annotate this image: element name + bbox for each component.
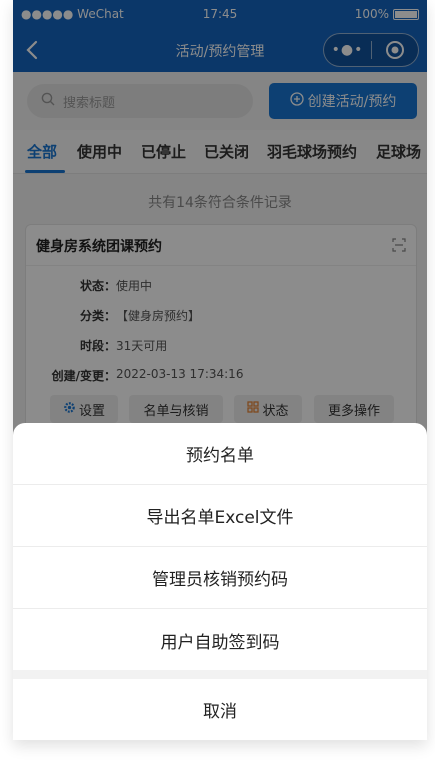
sheet-item-export-excel[interactable]: 导出名单Excel文件 [13, 485, 427, 547]
cancel-button[interactable]: 取消 [13, 679, 427, 740]
action-sheet: 预约名单 导出名单Excel文件 管理员核销预约码 用户自助签到码 取消 [13, 423, 427, 740]
sheet-item-roster[interactable]: 预约名单 [13, 423, 427, 485]
phone-screen: ●●●●● WeChat 17:45 100% 活动/预约管理 •●• 搜索标题 [13, 0, 427, 740]
sheet-item-self-checkin[interactable]: 用户自助签到码 [13, 609, 427, 671]
sheet-separator [13, 670, 427, 679]
sheet-item-admin-verify[interactable]: 管理员核销预约码 [13, 547, 427, 609]
